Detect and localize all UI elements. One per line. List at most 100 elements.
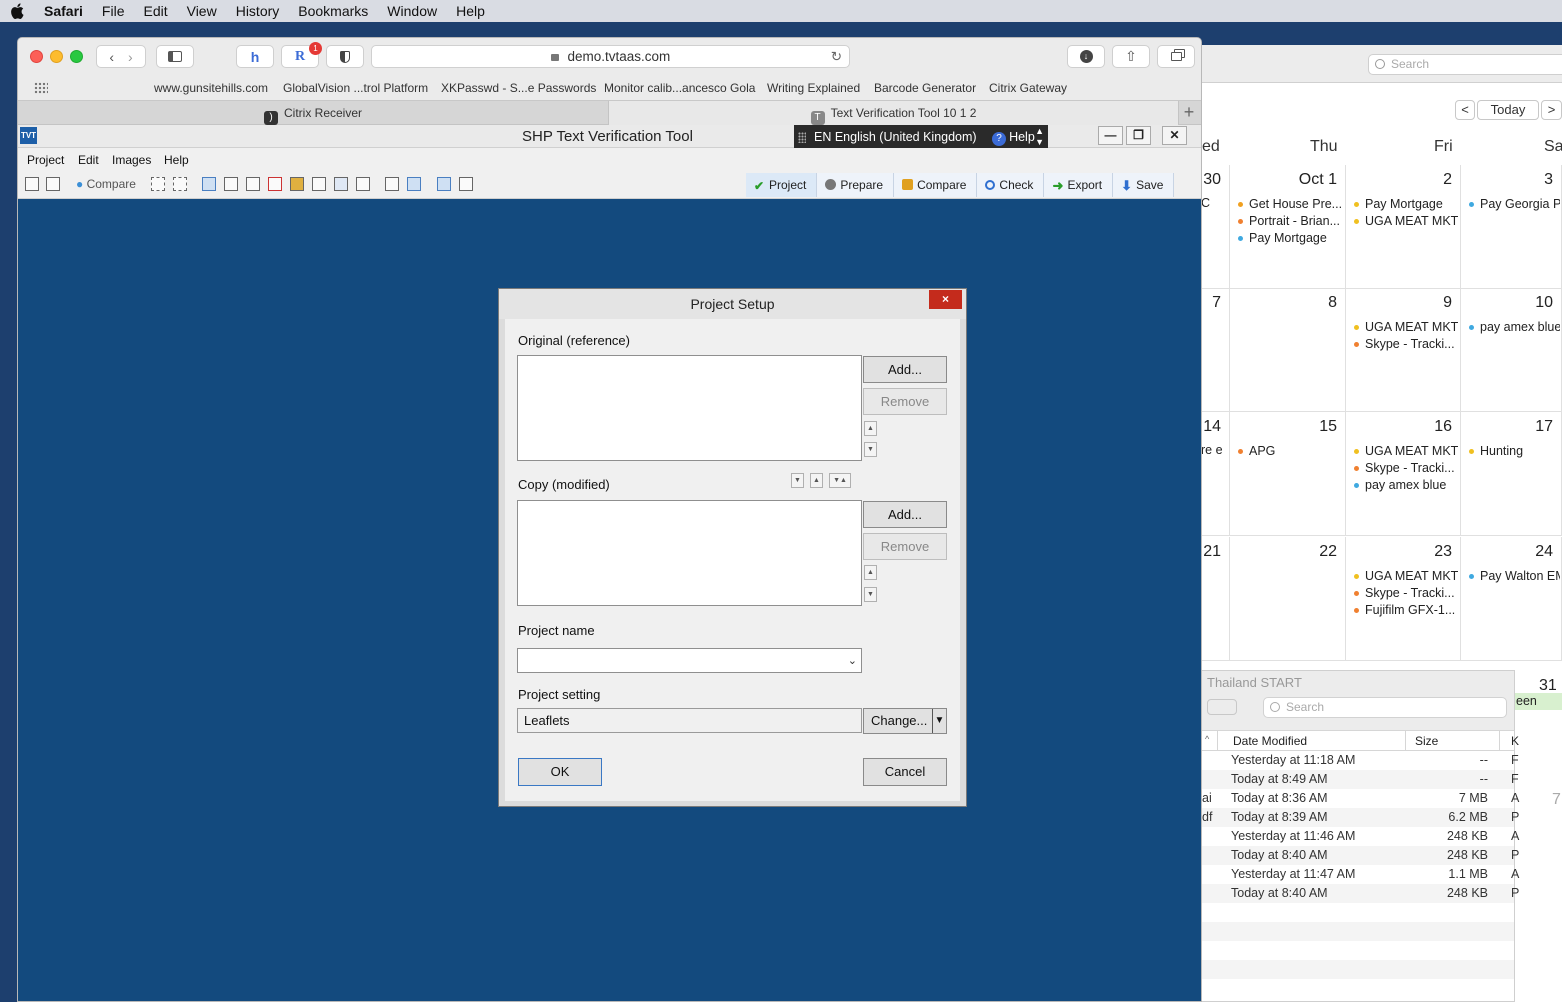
menu-file[interactable]: File — [102, 3, 125, 19]
language-selector[interactable]: EN English (United Kingdom) ? Help ▲ ▼ — [794, 125, 1048, 150]
move-up-icon[interactable]: ▲ — [864, 565, 877, 580]
workflow-save[interactable]: ⬇ Save — [1113, 173, 1175, 197]
menu-help[interactable]: Help — [456, 3, 485, 19]
original-remove-button[interactable]: Remove — [863, 388, 947, 415]
app-restore-button[interactable]: ❐ — [1126, 126, 1151, 145]
copy-remove-button[interactable]: Remove — [863, 533, 947, 560]
calendar-day-cell[interactable]: 14 re e — [1200, 412, 1230, 536]
finder-row[interactable]: Today at 8:49 AM -- F — [1201, 770, 1519, 789]
move-up-icon[interactable]: ▲ — [810, 473, 823, 488]
calendar-event[interactable]: pay amex blue — [1354, 478, 1459, 492]
calendar-day-cell[interactable]: 24 Pay Walton EM... — [1461, 537, 1562, 661]
calendar-day-cell[interactable]: 9 UGA MEAT MKT Skype - Tracki... — [1346, 288, 1461, 412]
copy-add-button[interactable]: Add... — [863, 501, 947, 528]
calendar-prev-button[interactable]: < — [1455, 100, 1475, 120]
report-icon[interactable] — [459, 177, 473, 191]
calendar-day-cell[interactable]: 23 UGA MEAT MKT Skype - Tracki... Fujifilm … — [1346, 537, 1461, 661]
workflow-project[interactable]: ✔ Project — [746, 173, 818, 197]
move-down-icon[interactable]: ▼ — [864, 587, 877, 602]
calendar-event[interactable]: Get House Pre... — [1238, 197, 1344, 211]
drag-handle-icon[interactable] — [798, 132, 806, 143]
calendar-event-fragment[interactable]: C — [1201, 195, 1210, 212]
layers-icon[interactable] — [385, 177, 399, 191]
calendar-event[interactable]: UGA MEAT MKT — [1354, 444, 1459, 458]
extension-button[interactable]: h — [236, 45, 274, 68]
workflow-prepare[interactable]: Prepare — [817, 173, 895, 197]
calendar-event[interactable]: Pay Mortgage — [1238, 231, 1344, 245]
workflow-compare[interactable]: Compare — [894, 173, 978, 197]
grid-table-icon[interactable] — [334, 177, 348, 191]
new-file-icon[interactable] — [25, 177, 39, 191]
calendar-event[interactable]: Hunting — [1469, 444, 1560, 458]
bookmark-item[interactable]: GlobalVision ...trol Platform — [283, 81, 428, 95]
sort-arrow-icon[interactable]: ^ — [1205, 734, 1209, 744]
app-menu-images[interactable]: Images — [112, 153, 151, 167]
column-kind[interactable]: K — [1511, 734, 1519, 748]
calendar-day-cell[interactable]: 30 C — [1200, 165, 1230, 289]
project-name-combobox[interactable]: ⌄ — [517, 648, 862, 673]
column-date-modified[interactable]: Date Modified — [1233, 734, 1307, 748]
minimize-window-icon[interactable] — [50, 50, 63, 63]
calendar-event[interactable]: Portrait - Brian... — [1238, 214, 1344, 228]
finder-row[interactable]: Yesterday at 11:47 AM 1.1 MB A — [1201, 865, 1519, 884]
calendar-day-cell[interactable]: 3 Pay Georgia P... — [1461, 165, 1562, 289]
column-icon[interactable] — [290, 177, 304, 191]
finder-row[interactable]: Today at 8:40 AM 248 KB P — [1201, 846, 1519, 865]
calendar-day-cell[interactable]: 8 — [1230, 288, 1346, 412]
ok-button[interactable]: OK — [518, 758, 602, 786]
extension-r-button[interactable]: R 1 — [281, 42, 322, 68]
sidebar-toggle-button[interactable] — [156, 45, 194, 68]
reload-icon[interactable]: ↻ — [831, 46, 842, 67]
dialog-close-button[interactable]: × — [929, 290, 962, 309]
hand-tool-icon[interactable] — [202, 177, 216, 191]
finder-row[interactable] — [1201, 903, 1514, 922]
tag-icon[interactable] — [1207, 699, 1237, 715]
bookmark-item[interactable]: Monitor calib...ancesco Gola — [604, 81, 755, 95]
finder-row[interactable]: Yesterday at 11:18 AM -- F — [1201, 751, 1519, 770]
calendar-event[interactable]: UGA MEAT MKT — [1354, 569, 1459, 583]
app-menu-edit[interactable]: Edit — [78, 153, 99, 167]
bookmark-item[interactable]: www.gunsitehills.com — [154, 81, 268, 95]
help-link[interactable]: Help — [1009, 130, 1035, 144]
fit-icon[interactable] — [356, 177, 370, 191]
new-tab-button[interactable]: + — [1177, 101, 1201, 125]
calendar-event[interactable]: Pay Georgia P... — [1469, 197, 1560, 211]
bookmark-item[interactable]: XKPasswd - S...e Passwords — [441, 81, 596, 95]
side-by-side-icon[interactable] — [407, 177, 421, 191]
column-size[interactable]: Size — [1415, 734, 1438, 748]
move-down-icon[interactable]: ▼ — [791, 473, 804, 488]
calendar-day-cell[interactable]: Oct 1 Get House Pre... Portrait - Brian...… — [1230, 165, 1346, 289]
app-menu-help[interactable]: Help — [164, 153, 189, 167]
finder-row[interactable] — [1201, 922, 1514, 941]
calendar-day-cell[interactable]: 15 APG — [1230, 412, 1346, 536]
move-up-icon[interactable]: ▲ — [864, 421, 877, 436]
menu-history[interactable]: History — [236, 3, 280, 19]
move-down-icon[interactable]: ▼ — [864, 442, 877, 457]
menu-window[interactable]: Window — [387, 3, 437, 19]
tab-text-verification-tool[interactable]: T Text Verification Tool 10 1 2 — [609, 101, 1179, 125]
address-bar[interactable]: demo.tvtaas.com ↻ — [371, 45, 850, 68]
menu-bookmarks[interactable]: Bookmarks — [298, 3, 368, 19]
calendar-day-cell[interactable]: 2 Pay Mortgage UGA MEAT MKT — [1346, 165, 1461, 289]
tab-overview-button[interactable] — [1157, 45, 1195, 68]
close-window-icon[interactable] — [30, 50, 43, 63]
app-menu-project[interactable]: Project — [27, 153, 64, 167]
finder-search-input[interactable]: Search — [1263, 697, 1507, 718]
calendar-next-button[interactable]: > — [1541, 100, 1562, 120]
menu-edit[interactable]: Edit — [143, 3, 167, 19]
grid-icon[interactable] — [34, 82, 48, 94]
change-split-button[interactable]: Change... ▼ — [863, 708, 947, 734]
crop-red-icon[interactable] — [268, 177, 282, 191]
crop-icon[interactable] — [246, 177, 260, 191]
select-area-icon[interactable] — [151, 177, 165, 191]
swap-icon[interactable]: ▼▲ — [829, 473, 851, 488]
chevron-right-icon[interactable]: › — [128, 49, 133, 65]
select-all-icon[interactable] — [173, 177, 187, 191]
bookmark-item[interactable]: Citrix Gateway — [989, 81, 1067, 95]
calendar-event[interactable]: Skype - Tracki... — [1354, 586, 1459, 600]
original-file-list[interactable] — [517, 355, 862, 461]
menu-view[interactable]: View — [187, 3, 217, 19]
finder-row[interactable] — [1201, 941, 1514, 960]
open-folder-icon[interactable] — [46, 177, 60, 191]
calendar-day-cell[interactable]: 21 — [1200, 537, 1230, 661]
